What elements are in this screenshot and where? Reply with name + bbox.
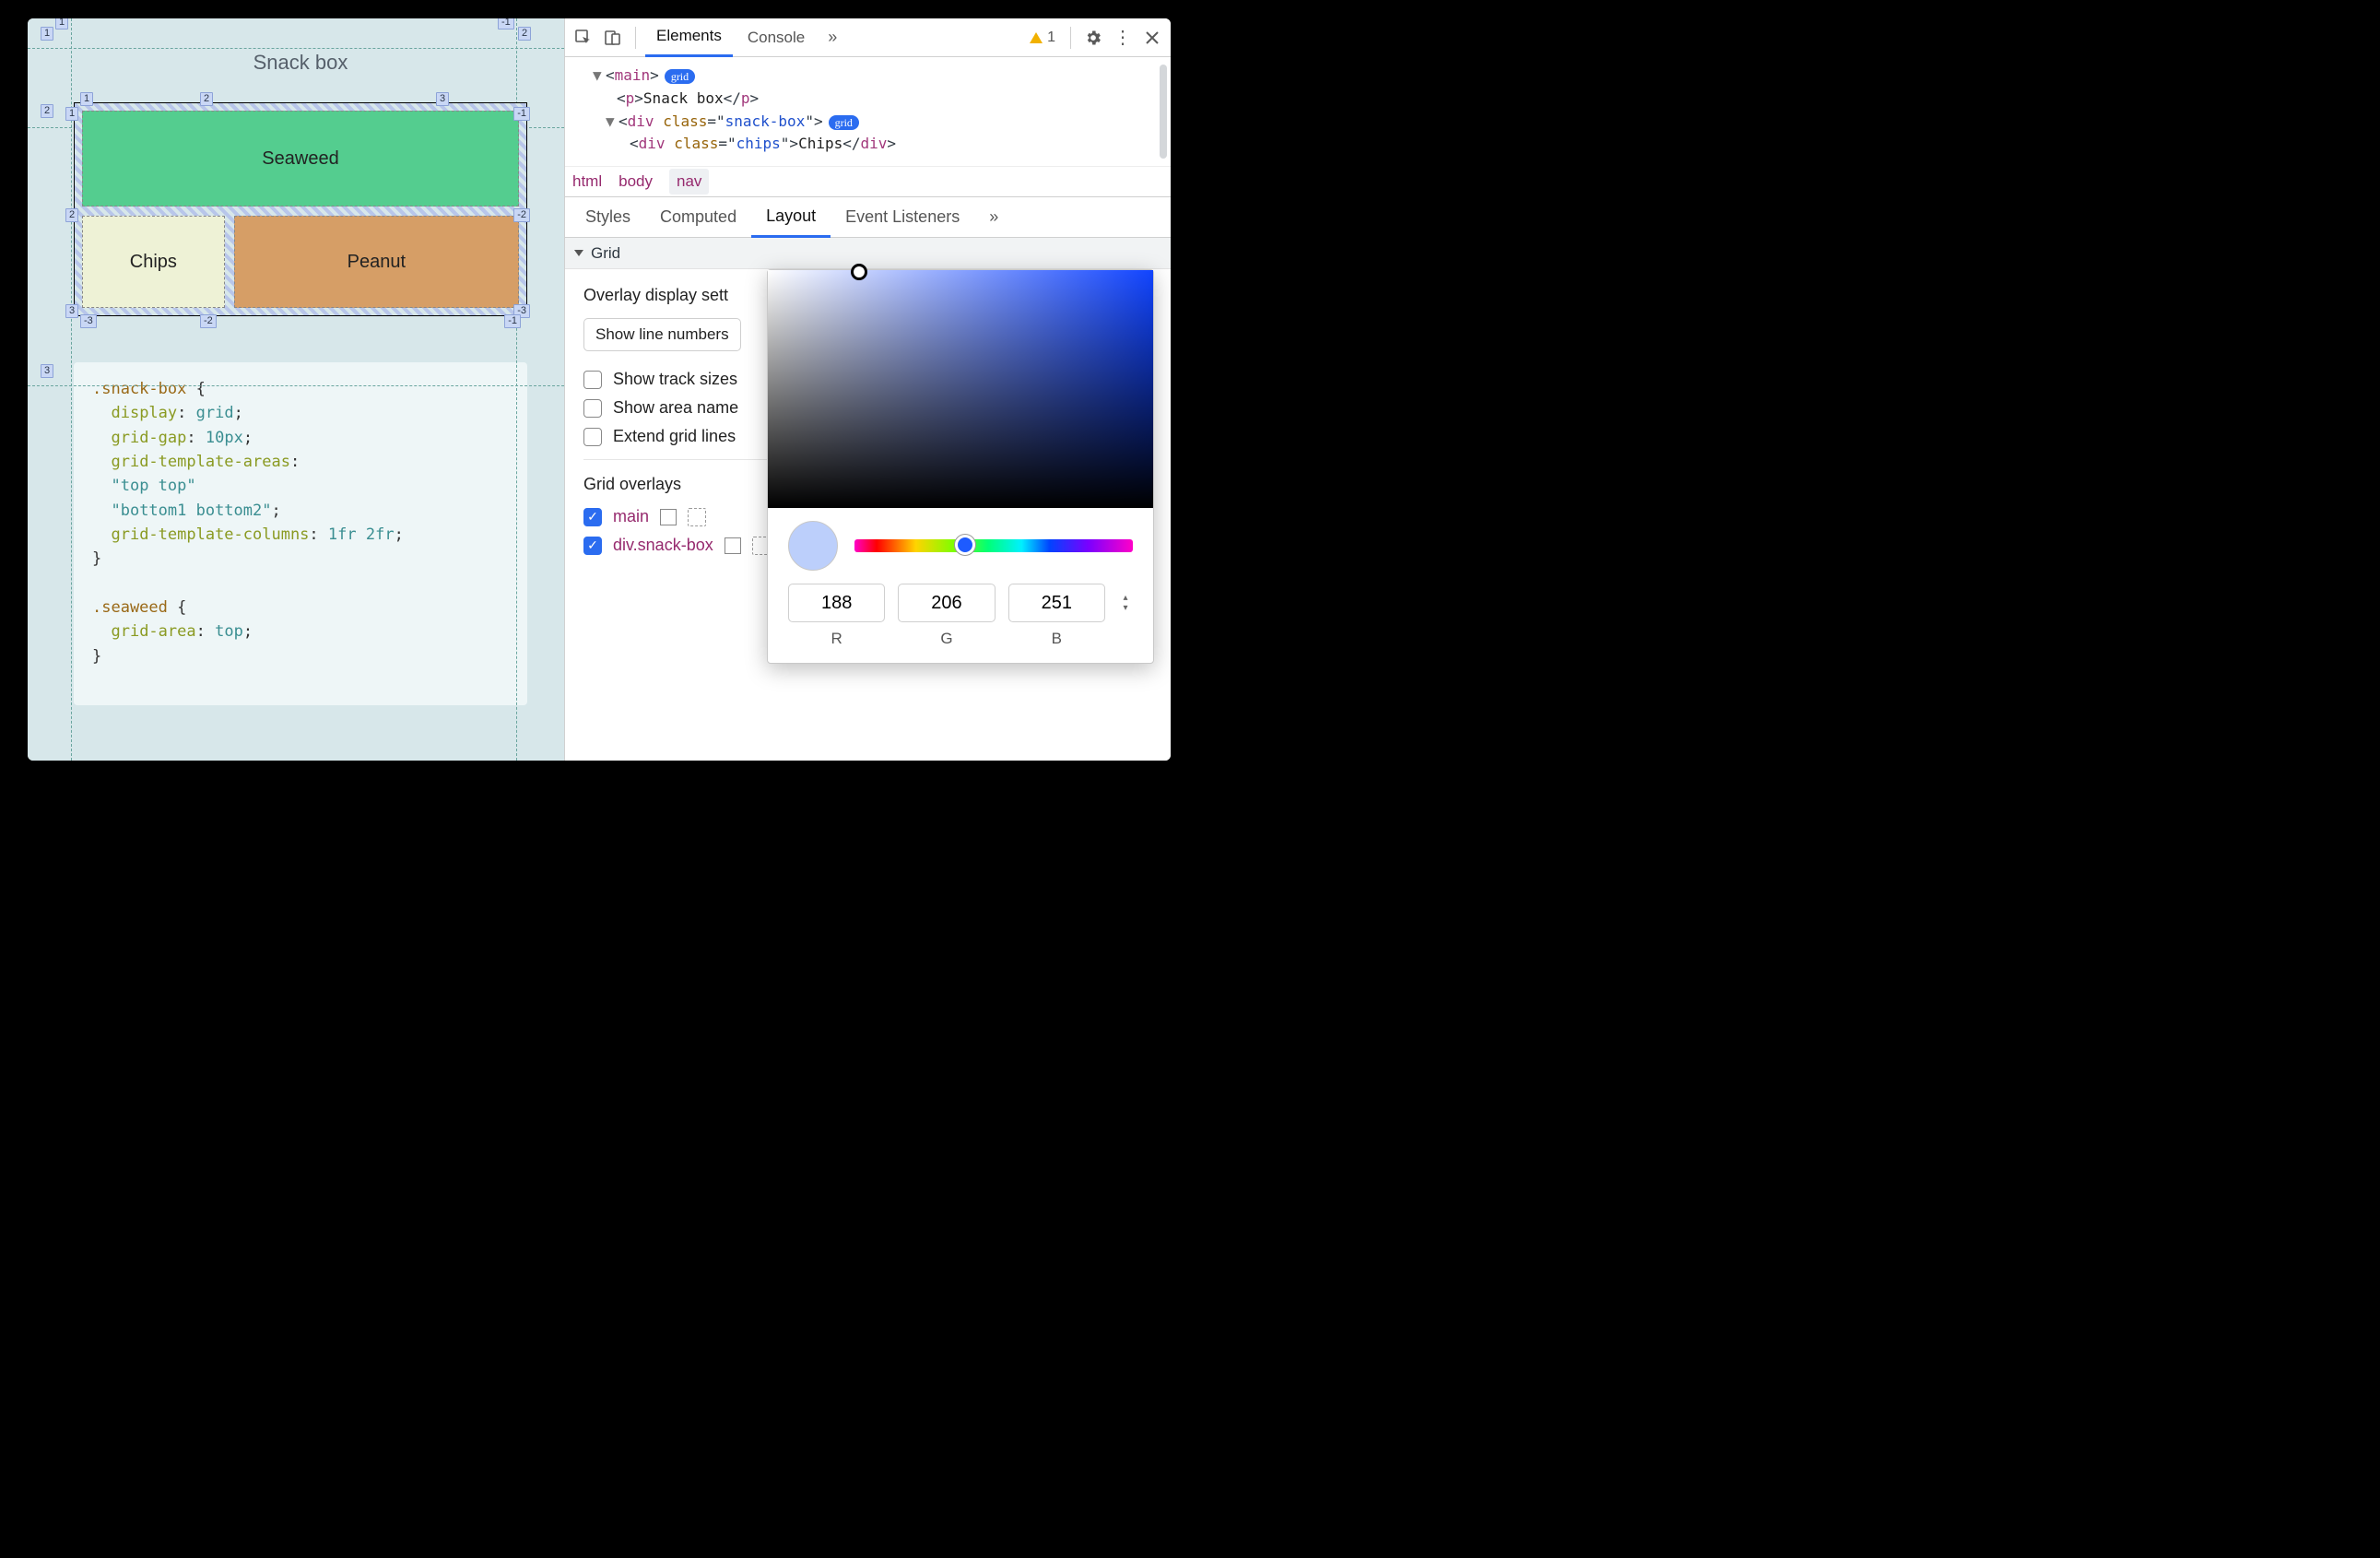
breadcrumb[interactable]: html body nav [565,166,1171,197]
grid-row-badge: 3 [65,304,78,318]
rendered-page-pane: Snack box Seaweed Chips Peanut 1 2 3 1 2… [28,18,564,761]
check-label: Show track sizes [613,370,737,389]
line-numbers-dropdown[interactable]: Show line numbers [583,318,741,351]
grid-col-badge: 2 [200,92,213,106]
warning-icon [1030,32,1043,43]
more-tabs-icon[interactable]: » [819,25,845,51]
warnings-badge[interactable]: 1 [1030,30,1055,46]
gear-icon[interactable] [1080,25,1106,51]
main-col-badge: 1 [55,18,68,30]
grid-row-badge: -1 [513,107,530,121]
main-row-badge: 3 [41,364,53,378]
crumb-html[interactable]: html [572,172,602,191]
overlay-label: main [613,507,649,526]
tab-elements[interactable]: Elements [645,18,733,57]
color-mode-toggle[interactable]: ▴▾ [1118,593,1133,613]
page-title: Snack box [74,51,527,75]
grid-row-badge: -2 [513,208,530,222]
subtab-event-listeners[interactable]: Event Listeners [831,197,974,238]
main-col-badge: -1 [498,18,514,30]
crumb-nav[interactable]: nav [669,169,709,195]
grid-col-badge: 3 [436,92,449,106]
color-g-label: G [898,630,995,648]
color-b-label: B [1008,630,1105,648]
grid-row-badge: 2 [65,208,78,222]
device-toggle-icon[interactable] [600,25,626,51]
overlay-color-swatch[interactable] [660,509,677,525]
checkbox-icon[interactable]: ✓ [583,508,602,526]
section-grid-label: Grid [591,244,620,263]
color-g-input[interactable] [898,584,995,622]
main-row-badge: 2 [41,104,53,118]
color-b-input[interactable] [1008,584,1105,622]
styles-subtabs: Styles Computed Layout Event Listeners » [565,197,1171,238]
color-picker-popover: R G B ▴▾ [767,269,1154,664]
hue-slider[interactable] [854,539,1133,552]
color-r-label: R [788,630,885,648]
css-code-block: .snack-box { display: grid; grid-gap: 10… [74,362,527,705]
sv-thumb[interactable] [851,264,867,280]
checkbox-icon[interactable]: ✓ [583,537,602,555]
main-element: Snack box Seaweed Chips Peanut 1 2 3 1 2… [74,51,527,316]
grid-col-badge: -1 [504,314,521,328]
check-label: Extend grid lines [613,427,736,446]
crumb-body[interactable]: body [619,172,653,191]
warning-count: 1 [1047,30,1055,46]
cell-seaweed: Seaweed [82,111,519,207]
subtab-layout[interactable]: Layout [751,197,831,238]
checkbox-icon[interactable] [583,371,602,389]
section-grid-header[interactable]: Grid [565,238,1171,269]
more-subtabs-icon[interactable]: » [974,197,1013,238]
subtab-styles[interactable]: Styles [571,197,645,238]
cell-peanut: Peanut [234,216,519,308]
snack-box-grid: Seaweed Chips Peanut 1 2 3 1 2 3 -1 -2 -… [74,102,527,316]
kebab-menu-icon[interactable]: ⋮ [1110,25,1136,51]
inspect-icon[interactable] [571,25,596,51]
devtools-toolbar: Elements Console » 1 ⋮ [565,18,1171,57]
close-icon[interactable] [1139,25,1165,51]
subtab-computed[interactable]: Computed [645,197,751,238]
cell-chips: Chips [82,216,225,308]
main-row-badge: 2 [518,27,531,41]
check-label: Show area name [613,398,738,418]
overlay-label: div.snack-box [613,536,713,555]
layout-icon[interactable] [688,508,706,526]
main-row-badge: 1 [41,27,53,41]
grid-col-badge: -3 [80,314,97,328]
layout-pane: Overlay display sett Show line numbers S… [565,269,1171,581]
grid-col-badge: -2 [200,314,217,328]
dom-tree[interactable]: ▼<main>grid <p>Snack box</p> ▼<div class… [565,57,1171,166]
chevron-down-icon [574,250,583,256]
checkbox-icon[interactable] [583,428,602,446]
current-color-swatch[interactable] [788,521,838,571]
grid-row-badge: 1 [65,107,78,121]
tab-console[interactable]: Console [736,18,816,57]
overlay-color-swatch[interactable] [725,537,741,554]
checkbox-icon[interactable] [583,399,602,418]
devtools-panel: Elements Console » 1 ⋮ ▼<main>grid <p>Sn… [564,18,1171,761]
hue-thumb[interactable] [955,535,975,555]
scrollbar-thumb[interactable] [1160,65,1167,159]
color-r-input[interactable] [788,584,885,622]
color-sv-field[interactable] [768,270,1153,508]
grid-col-badge: 1 [80,92,93,106]
